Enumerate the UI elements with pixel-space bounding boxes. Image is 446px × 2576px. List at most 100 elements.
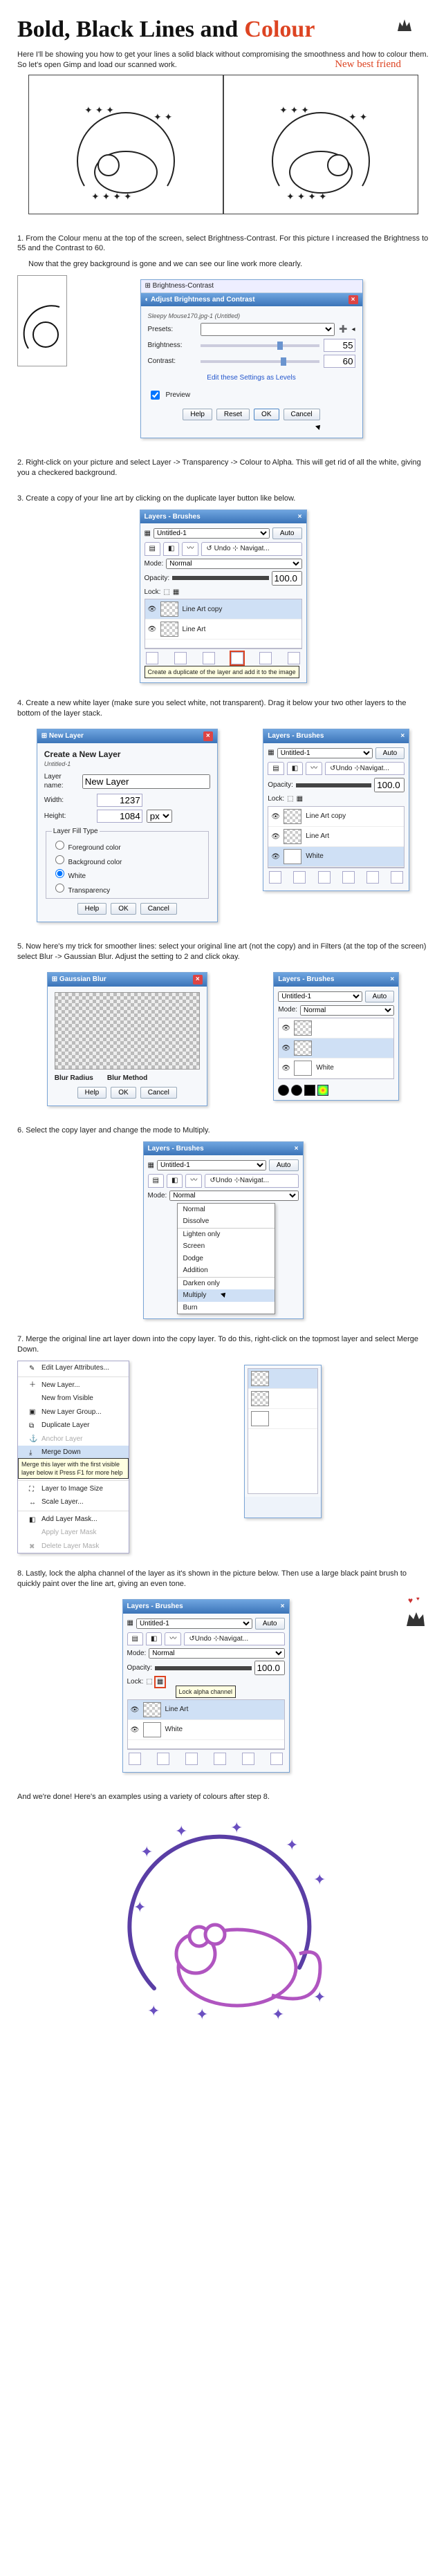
menu-add-layer-mask[interactable]: ◧Add Layer Mask... bbox=[18, 1513, 129, 1527]
close-icon[interactable]: × bbox=[298, 512, 302, 522]
tab-paths-icon[interactable]: 〰 bbox=[306, 762, 322, 776]
raise-layer-icon[interactable] bbox=[174, 652, 187, 664]
new-layer-icon[interactable] bbox=[146, 652, 158, 664]
mode-option[interactable]: Darken only bbox=[178, 1278, 275, 1290]
auto-button[interactable]: Auto bbox=[269, 1159, 299, 1171]
image-select[interactable]: Untitled-1 bbox=[278, 991, 362, 1002]
eye-icon[interactable]: 👁 bbox=[281, 1044, 290, 1052]
fill-white-radio[interactable] bbox=[55, 869, 64, 878]
delete-layer-icon[interactable] bbox=[391, 871, 403, 884]
navi-link[interactable]: ⊹ Navigat... bbox=[232, 545, 269, 552]
layer-white[interactable]: 👁White bbox=[279, 1058, 393, 1079]
tab-channels-icon[interactable]: ◧ bbox=[163, 542, 179, 556]
brightness-value[interactable] bbox=[324, 339, 355, 352]
eye-icon[interactable]: 👁 bbox=[148, 625, 156, 633]
new-layer-icon[interactable] bbox=[269, 871, 281, 884]
brush-swatch[interactable] bbox=[291, 1085, 302, 1096]
layer-lineart[interactable]: 👁 bbox=[279, 1038, 393, 1058]
lower-layer-icon[interactable] bbox=[203, 652, 215, 664]
image-select[interactable]: Untitled-1 bbox=[277, 748, 373, 758]
raise-layer-icon[interactable] bbox=[293, 871, 306, 884]
image-select[interactable]: Untitled-1 bbox=[136, 1618, 252, 1629]
layer-white[interactable]: 👁White bbox=[128, 1720, 284, 1740]
layer-row[interactable] bbox=[248, 1389, 317, 1409]
fill-trans-radio[interactable] bbox=[55, 884, 64, 893]
mode-select[interactable]: Normal bbox=[166, 559, 301, 569]
help-button[interactable]: Help bbox=[77, 903, 107, 915]
lock-pixel-icon[interactable]: ⬚ bbox=[287, 794, 293, 804]
layer-row[interactable] bbox=[248, 1369, 317, 1389]
layer-lineart-copy[interactable]: 👁Line Art copy bbox=[145, 599, 301, 619]
lower-layer-icon[interactable] bbox=[318, 871, 331, 884]
mode-option[interactable]: Dissolve bbox=[178, 1215, 275, 1228]
navi-link[interactable]: ⊹Navigat... bbox=[234, 1177, 269, 1184]
undo-link[interactable]: ↺Undo bbox=[210, 1177, 232, 1184]
opacity-slider[interactable] bbox=[155, 1666, 251, 1670]
auto-button[interactable]: Auto bbox=[272, 528, 302, 539]
tab-paths-icon[interactable]: 〰 bbox=[165, 1632, 181, 1646]
mode-option[interactable]: Addition bbox=[178, 1264, 275, 1277]
mode-select[interactable]: Normal bbox=[149, 1648, 284, 1659]
eye-icon[interactable]: 👁 bbox=[148, 605, 156, 613]
eye-icon[interactable]: 👁 bbox=[131, 1726, 139, 1734]
mode-option-multiply[interactable]: Multiply bbox=[178, 1289, 275, 1302]
ok-button[interactable]: OK bbox=[111, 903, 136, 915]
layer-lineart[interactable]: 👁Line Art bbox=[268, 827, 404, 847]
eye-icon[interactable]: 👁 bbox=[271, 832, 279, 841]
fill-fg-radio[interactable] bbox=[55, 841, 64, 850]
fill-bg-radio[interactable] bbox=[55, 855, 64, 864]
layer-white[interactable]: 👁White bbox=[268, 847, 404, 867]
lock-alpha-icon[interactable]: ▦ bbox=[173, 588, 179, 597]
tab-layers-icon[interactable]: ▤ bbox=[148, 1174, 164, 1188]
tab-paths-icon[interactable]: 〰 bbox=[182, 542, 198, 556]
mode-option[interactable]: Dodge bbox=[178, 1253, 275, 1265]
close-icon[interactable]: × bbox=[193, 975, 203, 984]
brush-swatch[interactable] bbox=[317, 1085, 328, 1096]
layer-lineart-copy[interactable]: 👁 bbox=[279, 1018, 393, 1038]
auto-button[interactable]: Auto bbox=[375, 747, 405, 759]
duplicate-layer-icon[interactable] bbox=[214, 1753, 226, 1765]
tab-layers-icon[interactable]: ▤ bbox=[127, 1632, 143, 1646]
undo-link[interactable]: ↺Undo bbox=[189, 1635, 211, 1643]
brush-swatch[interactable] bbox=[278, 1085, 289, 1096]
width-input[interactable] bbox=[97, 794, 142, 807]
mode-select[interactable]: Normal bbox=[300, 1005, 394, 1016]
opacity-value[interactable] bbox=[254, 1661, 285, 1675]
tab-channels-icon[interactable]: ◧ bbox=[167, 1174, 183, 1188]
help-button[interactable]: Help bbox=[77, 1087, 107, 1099]
layer-lineart-copy[interactable]: 👁Line Art copy bbox=[268, 807, 404, 827]
reset-button[interactable]: Reset bbox=[216, 409, 250, 420]
layer-name-input[interactable] bbox=[82, 774, 210, 789]
close-icon[interactable]: × bbox=[281, 1602, 285, 1612]
ok-button[interactable]: OK bbox=[111, 1087, 136, 1099]
layer-row[interactable] bbox=[248, 1409, 317, 1429]
close-icon[interactable]: × bbox=[390, 975, 394, 984]
menu-new-layer[interactable]: ＋New Layer... bbox=[18, 1379, 129, 1392]
close-icon[interactable]: × bbox=[400, 731, 405, 741]
lock-alpha-icon[interactable]: ▦ bbox=[297, 794, 303, 804]
undo-link[interactable]: ↺ Undo bbox=[206, 545, 230, 552]
help-button[interactable]: Help bbox=[183, 409, 212, 420]
close-icon[interactable]: × bbox=[295, 1144, 299, 1154]
raise-layer-icon[interactable] bbox=[157, 1753, 169, 1765]
tab-layers-icon[interactable]: ▤ bbox=[145, 542, 160, 556]
menu-edit-attributes[interactable]: ✎Edit Layer Attributes... bbox=[18, 1361, 129, 1375]
tab-layers-icon[interactable]: ▤ bbox=[268, 762, 284, 776]
cancel-button[interactable]: Cancel bbox=[140, 1087, 177, 1099]
brightness-slider[interactable] bbox=[201, 344, 319, 347]
auto-button[interactable]: Auto bbox=[255, 1618, 285, 1630]
menu-duplicate-layer[interactable]: ⧉Duplicate Layer bbox=[18, 1419, 129, 1432]
navi-link[interactable]: ⊹Navigat... bbox=[354, 765, 389, 772]
presets-add-icon[interactable]: ➕ bbox=[339, 325, 347, 335]
edit-as-levels-link[interactable]: Edit these Settings as Levels bbox=[148, 371, 355, 386]
lock-pixel-icon[interactable]: ⬚ bbox=[146, 1677, 152, 1687]
presets-select[interactable] bbox=[201, 323, 335, 336]
eye-icon[interactable]: 👁 bbox=[131, 1706, 139, 1714]
duplicate-layer-icon[interactable] bbox=[342, 871, 355, 884]
menu-new-layer-group[interactable]: ▣New Layer Group... bbox=[18, 1406, 129, 1419]
close-icon[interactable]: × bbox=[203, 731, 213, 741]
menu-new-from-visible[interactable]: New from Visible bbox=[18, 1392, 129, 1406]
delete-layer-icon[interactable] bbox=[270, 1753, 283, 1765]
presets-menu-icon[interactable]: ◂ bbox=[351, 325, 355, 335]
height-input[interactable] bbox=[97, 810, 142, 823]
